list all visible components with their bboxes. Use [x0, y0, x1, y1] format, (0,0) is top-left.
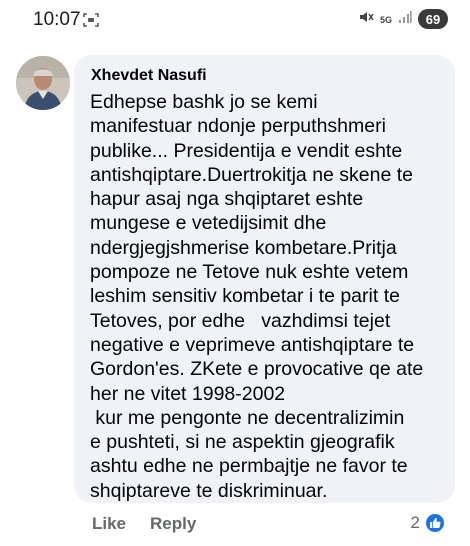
comment-actions: Like Reply [92, 514, 196, 534]
comment-line: mungese e vetedijsimit dhe [90, 212, 327, 235]
status-bar: 10:07 5G 69 [0, 0, 470, 40]
comment-line: pompoze ne Tetove nuk eshte vetem [90, 261, 409, 284]
screenshot-icon [83, 12, 99, 28]
comment-line: ndergjegjshmerise kombetare.Pritja [90, 236, 397, 259]
mute-icon [358, 9, 374, 30]
network-5g-icon: 5G [380, 10, 392, 28]
network-label: 5G [379, 15, 392, 25]
avatar[interactable] [16, 56, 70, 110]
comment-line: antishqiptare.Duertrokitja ne skene te [90, 163, 414, 186]
reaction-count: 2 [410, 513, 420, 532]
comment-line: Edhepse bashk jo se kemi [90, 91, 318, 113]
like-button[interactable]: Like [92, 514, 126, 534]
comment-line: publike... Presidentija e vendit eshte [90, 139, 403, 162]
comment-line: shqiptareve te diskriminuar. [90, 479, 328, 502]
comment-text: Edhepse bashk jo se kemi manifestuar ndo… [90, 90, 441, 503]
battery-indicator: 69 [418, 9, 448, 29]
comment-line: e pushteti, si ne aspektin gjeografik [90, 431, 395, 454]
reactions[interactable]: 2 [411, 512, 446, 534]
comment-line: Tetoves, por edhe vazhdimsi tejet [90, 309, 391, 332]
comment-line: negative e veprimeve antishqiptare te [90, 333, 415, 356]
comment-line: leshim sensitiv kombetar i te parit te [90, 285, 400, 308]
comment-bubble: Xhevdet Nasufi Edhepse bashk jo se kemi … [74, 55, 455, 503]
comment-line: her ne vitet 1998-2002 [90, 382, 286, 405]
status-time: 10:07 [33, 9, 81, 30]
comment-line: Gordon'es. ZKete e provocative qe ate [90, 358, 424, 381]
thumbs-up-icon [424, 512, 446, 534]
comment-line: hapur asaj nga shqiptaret eshte [90, 188, 364, 211]
status-indicators: 5G 69 [358, 8, 448, 30]
avatar-image [16, 56, 70, 110]
reply-button[interactable]: Reply [150, 514, 196, 534]
comment-line: kur me pengonte ne decentralizimin [90, 406, 405, 429]
signal-icon [398, 10, 412, 29]
comment-author[interactable]: Xhevdet Nasufi [91, 67, 441, 85]
comment-line: ashtu edhe ne permbajtje ne favor te [90, 455, 408, 478]
comment-line: manifestuar ndonje perputhshmeri [90, 115, 386, 138]
